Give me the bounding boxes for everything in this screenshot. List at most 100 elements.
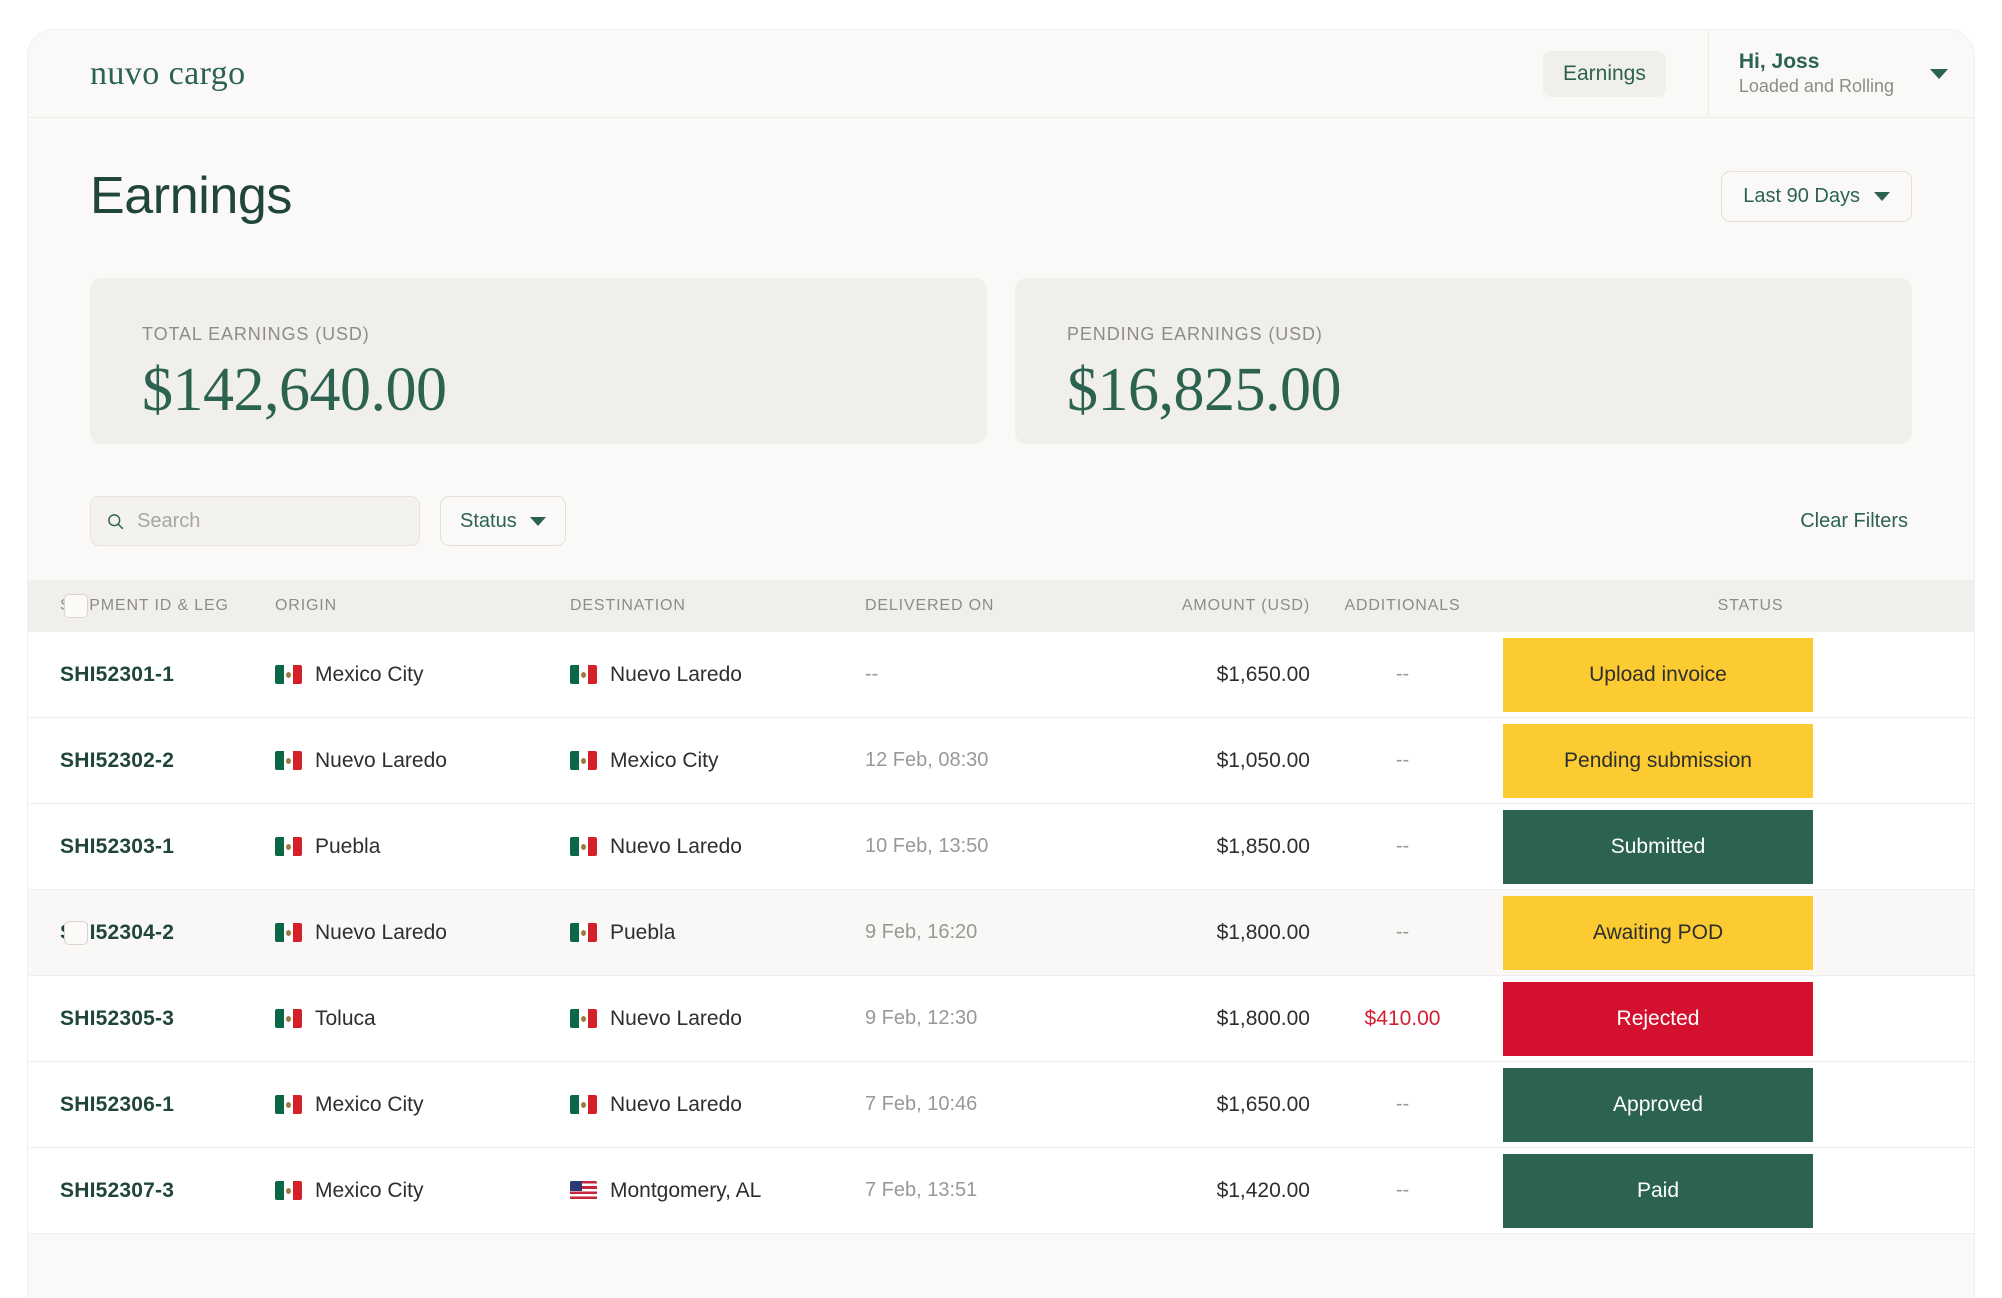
chevron-down-icon	[1874, 191, 1890, 201]
status-badge[interactable]: Pending submission	[1503, 723, 1813, 798]
date-range-label: Last 90 Days	[1743, 184, 1860, 207]
table-row[interactable]: SHI52305-3 Toluca Nuevo Laredo 9 Feb, 12:30…	[28, 976, 1974, 1062]
cell-origin-content: Mexico City	[275, 1093, 570, 1117]
additionals-value: --	[1395, 921, 1410, 943]
delivered-on-value: 10 Feb, 13:50	[865, 835, 989, 857]
flag-mexico-icon	[275, 837, 302, 856]
brand-logo-word-1: nuvo	[90, 54, 160, 92]
cell-additionals: --	[1310, 921, 1495, 944]
cell-destination: Puebla	[570, 921, 865, 945]
cell-shipment-id: SHI52307-3	[60, 1179, 275, 1203]
status-label: Submitted	[1610, 834, 1706, 858]
cell-destination-content: Nuevo Laredo	[570, 663, 865, 687]
table-row[interactable]: SHI52304-2 Nuevo Laredo Puebla 9 Feb, 16:20…	[28, 890, 1974, 976]
search-box[interactable]	[90, 496, 420, 546]
date-range-dropdown[interactable]: Last 90 Days	[1721, 170, 1912, 222]
clear-filters-button[interactable]: Clear Filters	[1800, 510, 1912, 533]
delivered-on-value: 7 Feb, 13:51	[865, 1179, 978, 1201]
shipment-id-link[interactable]: SHI52302-2	[60, 749, 275, 773]
user-menu[interactable]: Hi, Joss Loaded and Rolling	[1709, 48, 1948, 99]
flag-mexico-icon	[275, 1181, 302, 1200]
shipment-id-link[interactable]: SHI52305-3	[60, 1007, 275, 1031]
status-filter-dropdown[interactable]: Status	[440, 496, 566, 546]
cell-destination: Nuevo Laredo	[570, 835, 865, 859]
additionals-value: --	[1395, 1179, 1410, 1201]
page-body: Earnings Last 90 Days TOTAL EARNINGS (US…	[28, 118, 1974, 580]
cell-origin: Puebla	[275, 835, 570, 859]
status-badge[interactable]: Upload invoice	[1503, 637, 1813, 712]
cell-status: Rejected	[1495, 981, 1974, 1056]
cell-origin-content: Nuevo Laredo	[275, 749, 570, 773]
flag-usa-icon	[570, 1181, 597, 1200]
search-icon	[108, 513, 124, 529]
user-greeting: Hi, Joss	[1738, 49, 1820, 73]
additionals-value: --	[1395, 663, 1410, 685]
cell-shipment-id: SHI52301-1	[60, 663, 275, 687]
status-label: Rejected	[1616, 1006, 1700, 1030]
brand-logo[interactable]: nuvo cargo	[90, 55, 246, 93]
delivered-on-value: 7 Feb, 10:46	[865, 1093, 978, 1115]
cell-origin-content: Puebla	[275, 835, 570, 859]
shipment-id-link[interactable]: SHI52307-3	[60, 1179, 275, 1203]
flag-mexico-icon	[570, 751, 597, 770]
status-badge[interactable]: Rejected	[1503, 981, 1813, 1056]
column-header-status[interactable]: STATUS	[1495, 597, 1974, 615]
amount-value: $1,650.00	[1216, 662, 1310, 686]
status-badge[interactable]: Awaiting POD	[1503, 895, 1813, 970]
additionals-value: --	[1395, 835, 1410, 857]
cell-destination-content: Montgomery, AL	[570, 1179, 865, 1203]
select-all-checkbox[interactable]	[64, 594, 88, 618]
cell-origin: Mexico City	[275, 1179, 570, 1203]
flag-mexico-icon	[275, 1009, 302, 1028]
status-label: Upload invoice	[1589, 662, 1727, 686]
page-title-row: Earnings Last 90 Days	[90, 118, 1912, 226]
status-label: Paid	[1636, 1178, 1680, 1202]
column-header-additionals[interactable]: ADDITIONALS	[1310, 597, 1495, 615]
cell-origin-content: Mexico City	[275, 1179, 570, 1203]
status-badge[interactable]: Approved	[1503, 1067, 1813, 1142]
shipment-id-link[interactable]: SHI52306-1	[60, 1093, 275, 1117]
cell-destination-label: Nuevo Laredo	[610, 1006, 742, 1030]
cell-amount: $1,800.00	[1130, 1007, 1310, 1031]
column-header-amount[interactable]: AMOUNT (USD)	[1130, 597, 1310, 615]
cell-destination: Nuevo Laredo	[570, 663, 865, 687]
additionals-value: --	[1395, 749, 1410, 771]
cell-additionals: --	[1310, 663, 1495, 686]
column-header-delivered-on[interactable]: DELIVERED ON	[865, 597, 1130, 615]
cell-amount: $1,650.00	[1130, 663, 1310, 687]
cell-status: Pending submission	[1495, 723, 1974, 798]
table-row[interactable]: SHI52302-2 Nuevo Laredo Mexico City 12 Feb,…	[28, 718, 1974, 804]
cell-amount: $1,650.00	[1130, 1093, 1310, 1117]
cell-status: Awaiting POD	[1495, 895, 1974, 970]
column-header-shipment-id[interactable]: SHIPMENT ID & LEG	[60, 597, 275, 615]
shipment-id-link[interactable]: SHI52304-2	[60, 921, 275, 945]
table-row[interactable]: SHI52306-1 Mexico City Nuevo Laredo 7 Feb, …	[28, 1062, 1974, 1148]
nav-item-earnings[interactable]: Earnings	[1542, 50, 1666, 97]
search-input[interactable]	[137, 509, 403, 533]
cell-additionals: --	[1310, 835, 1495, 858]
table-row[interactable]: SHI52303-1 Puebla Nuevo Laredo 10 Feb, 13:5…	[28, 804, 1974, 890]
column-header-destination[interactable]: DESTINATION	[570, 597, 865, 615]
status-badge[interactable]: Paid	[1503, 1153, 1813, 1228]
cell-origin-label: Mexico City	[315, 1178, 424, 1202]
shipment-id-link[interactable]: SHI52301-1	[60, 663, 275, 687]
additionals-value: $410.00	[1364, 1006, 1441, 1030]
cell-shipment-id: SHI52305-3	[60, 1007, 275, 1031]
table-row[interactable]: SHI52301-1 Mexico City Nuevo Laredo -- $1,65…	[28, 632, 1974, 718]
status-badge[interactable]: Submitted	[1503, 809, 1813, 884]
row-checkbox[interactable]	[64, 921, 88, 945]
cell-origin-content: Nuevo Laredo	[275, 921, 570, 945]
amount-value: $1,650.00	[1216, 1092, 1310, 1116]
flag-mexico-icon	[570, 837, 597, 856]
cell-amount: $1,050.00	[1130, 749, 1310, 773]
column-header-origin[interactable]: ORIGIN	[275, 597, 570, 615]
chevron-down-icon[interactable]	[1930, 68, 1948, 79]
status-label: Approved	[1613, 1092, 1703, 1116]
delivered-on-value: 12 Feb, 08:30	[865, 749, 989, 771]
shipment-id-link[interactable]: SHI52303-1	[60, 835, 275, 859]
table-row[interactable]: SHI52307-3 Mexico City Montgomery, AL 7 Feb…	[28, 1148, 1974, 1234]
amount-value: $1,850.00	[1216, 834, 1310, 858]
amount-value: $1,800.00	[1216, 920, 1310, 944]
cell-destination: Montgomery, AL	[570, 1179, 865, 1203]
cell-origin-label: Mexico City	[315, 1092, 424, 1116]
